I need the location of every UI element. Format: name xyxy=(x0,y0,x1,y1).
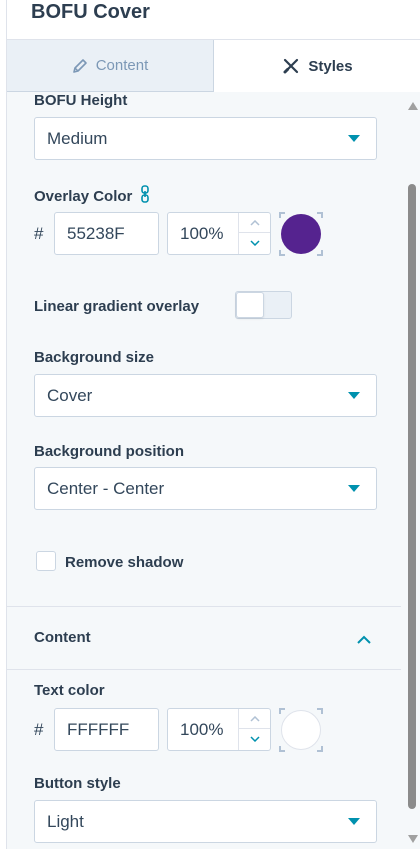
chevron-down-icon xyxy=(249,240,260,246)
text-color-hex-input[interactable]: FFFFFF xyxy=(54,708,159,751)
bofu-height-select[interactable]: Medium xyxy=(34,117,377,160)
chevron-up-icon xyxy=(249,715,260,722)
content-section-title: Content xyxy=(34,629,91,646)
bofu-height-label: BOFU Height xyxy=(34,92,128,109)
background-size-label: Background size xyxy=(34,349,155,366)
background-position-value: Center - Center xyxy=(47,479,165,498)
button-style-value: Light xyxy=(47,812,84,831)
styles-form: BOFU Height Medium Overlay Color # 55238… xyxy=(7,92,401,849)
opacity-increment-button[interactable] xyxy=(239,213,270,233)
tab-content[interactable]: Content xyxy=(7,40,214,92)
scrollbar[interactable] xyxy=(403,92,420,849)
scroll-down-icon[interactable] xyxy=(408,835,418,843)
overlay-hash: # xyxy=(34,224,44,243)
toggle-knob xyxy=(236,292,264,318)
content-section-header[interactable]: Content xyxy=(7,606,401,670)
button-style-select[interactable]: Light xyxy=(34,800,377,843)
caret-down-icon xyxy=(348,135,360,142)
button-style-label: Button style xyxy=(34,775,121,792)
linear-gradient-toggle[interactable] xyxy=(235,291,292,319)
overlay-opacity-input[interactable]: 100% xyxy=(167,212,271,255)
overlay-color-label-row: Overlay Color xyxy=(34,185,150,207)
text-color-hash: # xyxy=(34,720,44,739)
overlay-color-label: Overlay Color xyxy=(34,187,133,205)
text-color-label: Text color xyxy=(34,682,105,699)
text-opacity-decrement-button[interactable] xyxy=(239,729,270,749)
overlay-hex-input[interactable]: 55238F xyxy=(54,212,159,255)
tab-styles-label: Styles xyxy=(308,57,353,75)
text-color-opacity-stepper xyxy=(238,709,270,750)
overlay-opacity-value: 100% xyxy=(180,224,224,243)
scrollbar-thumb[interactable] xyxy=(408,184,416,809)
pencil-icon xyxy=(72,58,88,74)
linear-gradient-label: Linear gradient overlay xyxy=(34,298,200,315)
chevron-up-icon xyxy=(357,631,371,649)
styles-icon xyxy=(282,57,300,75)
sidebar-panel: BOFU Cover Content Styles BOFU Height Me… xyxy=(6,0,420,849)
background-size-value: Cover xyxy=(47,386,93,405)
remove-shadow-checkbox[interactable] xyxy=(36,551,56,571)
tab-content-label: Content xyxy=(95,57,149,74)
panel-header: BOFU Cover xyxy=(7,0,420,40)
text-swatch-circle xyxy=(281,710,321,750)
tab-styles[interactable]: Styles xyxy=(214,40,420,92)
chevron-up-icon xyxy=(249,219,260,226)
chevron-down-icon xyxy=(249,736,260,742)
text-color-swatch[interactable] xyxy=(279,708,323,752)
overlay-color-swatch[interactable] xyxy=(279,212,323,256)
caret-down-icon xyxy=(348,392,360,399)
overlay-swatch-circle xyxy=(281,214,321,254)
remove-shadow-label: Remove shadow xyxy=(65,554,184,571)
tab-bar: Content Styles xyxy=(7,40,420,92)
page-title: BOFU Cover xyxy=(31,1,150,23)
scroll-up-icon[interactable] xyxy=(408,102,418,110)
background-position-select[interactable]: Center - Center xyxy=(34,467,377,510)
background-position-label: Background position xyxy=(34,443,184,460)
overlay-opacity-stepper xyxy=(238,213,270,254)
bofu-height-value: Medium xyxy=(47,129,108,148)
text-opacity-increment-button[interactable] xyxy=(239,709,270,729)
link-icon[interactable] xyxy=(140,185,150,207)
text-color-opacity-input[interactable]: 100% xyxy=(167,708,271,751)
text-color-opacity-value: 100% xyxy=(180,720,224,739)
caret-down-icon xyxy=(348,485,360,492)
caret-down-icon xyxy=(348,818,360,825)
background-size-select[interactable]: Cover xyxy=(34,374,377,417)
opacity-decrement-button[interactable] xyxy=(239,233,270,253)
